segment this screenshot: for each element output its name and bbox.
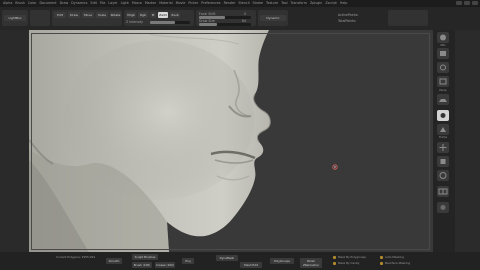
dynamic-button[interactable]: Dynamic: [260, 15, 286, 21]
menu-item-zplugin[interactable]: Zplugin: [310, 0, 322, 7]
lightbox-button[interactable]: LightBox: [4, 15, 26, 21]
mask-cavity-label: Mask By Cavity: [338, 261, 360, 265]
zadd-button[interactable]: Zadd: [158, 12, 168, 18]
document-canvas[interactable]: [29, 30, 433, 252]
actual-icon[interactable]: [437, 76, 449, 87]
mrgb-button[interactable]: Mrgb: [126, 12, 136, 18]
menu-item-zscript[interactable]: Zscript: [325, 0, 336, 7]
mask-cavity-checkbox[interactable]: [333, 262, 336, 265]
menu-item-texture[interactable]: Texture: [266, 0, 278, 7]
z-intensity-label: Z Intensity: [126, 20, 144, 24]
spix-label: SPix: [440, 44, 446, 47]
xyz-icon[interactable]: [437, 124, 449, 135]
left-shelf: [0, 30, 29, 252]
sculpt-brushes-button[interactable]: Sculpt Brushes: [132, 254, 158, 260]
move-icon[interactable]: [437, 142, 449, 153]
mesh-edit-button[interactable]: Mesh Edit: [240, 262, 262, 268]
window-controls: [456, 1, 478, 5]
scale-button[interactable]: Scale: [96, 12, 108, 18]
menu-item-marker[interactable]: Marker: [145, 0, 156, 7]
menu-item-material[interactable]: Material: [159, 0, 172, 7]
rotate-button[interactable]: Rotate: [110, 12, 121, 18]
misc-group: [388, 10, 428, 26]
backface-masking-checkbox[interactable]: [380, 262, 383, 265]
close-icon[interactable]: [472, 1, 478, 5]
polyframe-icon[interactable]: [437, 186, 449, 197]
top-toolbar: LightBox Edit Draw Move Scale Rotate Mrg…: [0, 7, 480, 33]
local-icon[interactable]: [437, 110, 449, 121]
menu-item-transform[interactable]: Transform: [291, 0, 307, 7]
menu-item-render[interactable]: Render: [224, 0, 236, 7]
frame-label: Frame: [438, 136, 448, 139]
backface-masking-label: Backface Masking: [385, 261, 411, 265]
menu-item-color[interactable]: Color: [28, 0, 37, 7]
bottom-shelf: Current Polygons: 2955,094 Smooth Sculpt…: [0, 252, 480, 270]
dynamesh-button[interactable]: DynaMesh: [216, 255, 238, 261]
menu-item-alpha[interactable]: Alpha: [3, 0, 12, 7]
scale-icon[interactable]: [437, 156, 449, 167]
brush-button[interactable]: Brush (100): [132, 262, 152, 268]
mask-polygroups-label: Mask By Polygroups: [338, 255, 366, 259]
polygroups-button[interactable]: PolyGroups: [270, 258, 294, 264]
zbrush-window: Alpha Brush Color Document Draw Dynamics Edit F…: [0, 0, 480, 270]
bpr-icon[interactable]: [437, 32, 449, 43]
menu-item-layer[interactable]: Layer: [108, 0, 117, 7]
m-button[interactable]: M: [150, 12, 156, 18]
minimize-icon[interactable]: [456, 1, 462, 5]
polygon-count: Current Polygons: 2955,094: [56, 255, 96, 259]
canvas-frame: [31, 33, 430, 250]
zsub-button[interactable]: Zsub: [170, 12, 180, 18]
z-intensity-slider[interactable]: [150, 21, 190, 24]
menu-item-tool[interactable]: Tool: [281, 0, 287, 7]
crease-button[interactable]: Crease (100): [155, 262, 175, 268]
menu-item-stroke[interactable]: Stroke: [253, 0, 264, 7]
menu-item-movie[interactable]: Movie: [176, 0, 186, 7]
dynamic-group: Dynamic: [258, 10, 288, 26]
menu-bar: Alpha Brush Color Document Draw Dynamics Edit F…: [0, 0, 480, 7]
menu-item-stencil[interactable]: Stencil: [238, 0, 249, 7]
active-points-label: ActivePoints:: [338, 13, 359, 17]
menu-item-macro[interactable]: Macro: [132, 0, 142, 7]
color-group: Mrgb Rgb M Zadd Zsub Z Intensity: [124, 10, 194, 26]
menu-item-edit[interactable]: Edit: [90, 0, 96, 7]
menu-item-brush[interactable]: Brush: [15, 0, 25, 7]
menu-item-document[interactable]: Document: [40, 0, 57, 7]
tray-right: [455, 30, 480, 252]
transp-icon[interactable]: [437, 202, 449, 213]
scroll-icon[interactable]: [437, 48, 449, 59]
total-points-label: TotalPoints:: [338, 19, 357, 23]
menu-item-dynamics[interactable]: Dynamics: [71, 0, 87, 7]
transform-group: Edit Draw Move Scale Rotate: [52, 10, 122, 26]
persp-label: Persp: [439, 89, 447, 92]
draw-size-slider[interactable]: [199, 23, 251, 26]
smooth-button[interactable]: Smooth: [106, 258, 122, 264]
zremesher-button[interactable]: ZRemesher: [300, 263, 322, 268]
menu-item-picker[interactable]: Picker: [188, 0, 198, 7]
floor-icon[interactable]: [437, 94, 449, 105]
rgb-button[interactable]: Rgb: [138, 12, 148, 18]
menu-item-help[interactable]: Help: [340, 0, 348, 7]
menu-item-light[interactable]: Light: [121, 0, 129, 7]
auto-masking-label: Auto Masking: [385, 255, 404, 259]
draw-button[interactable]: Draw: [68, 12, 80, 18]
brush-settings-group: Focal Shift 0 Draw Size 64: [196, 10, 256, 26]
proj-button[interactable]: Proj: [182, 258, 194, 264]
menu-item-preferences[interactable]: Preferences: [201, 0, 220, 7]
quick-sketch-group: [30, 10, 50, 26]
auto-masking-checkbox[interactable]: [380, 256, 383, 259]
rotate-icon[interactable]: [437, 170, 449, 181]
mask-polygroups-checkbox[interactable]: [333, 256, 336, 259]
menu-item-file[interactable]: File: [100, 0, 106, 7]
maximize-icon[interactable]: [464, 1, 470, 5]
edit-button[interactable]: Edit: [54, 12, 66, 18]
zoom-icon[interactable]: [437, 62, 449, 73]
menu-item-draw[interactable]: Draw: [60, 0, 69, 7]
lightbox-group: LightBox: [2, 10, 28, 26]
move-button[interactable]: Move: [82, 12, 94, 18]
